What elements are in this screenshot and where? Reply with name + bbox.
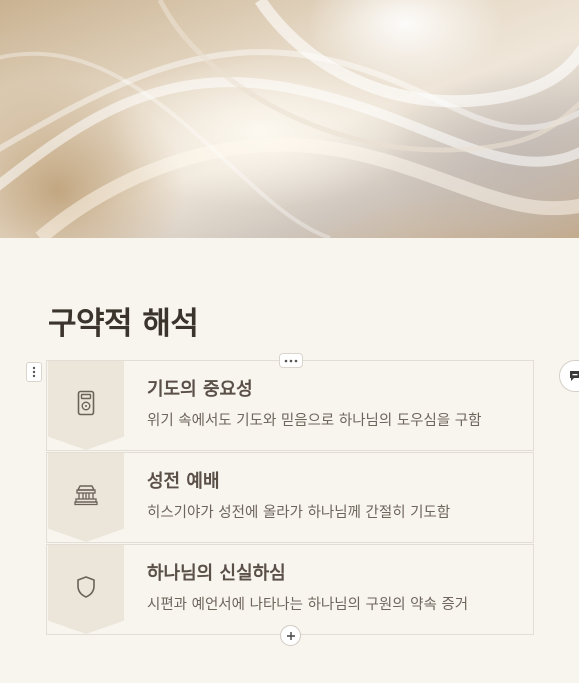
item-description: 위기 속에서도 기도와 믿음으로 하나님의 도우심을 구함: [147, 413, 482, 429]
icon-badge: [48, 453, 124, 542]
device-icon: [77, 390, 95, 415]
cover-image: [0, 0, 579, 238]
item-title: 기도의 중요성: [147, 379, 253, 400]
comment-icon: [570, 371, 579, 381]
item-title: 하나님의 신실하심: [147, 563, 286, 584]
more-options-button[interactable]: [279, 353, 303, 368]
item-description: 히스기야가 성전에 올라가 하나님께 간절히 기도함: [147, 505, 451, 521]
drag-handle[interactable]: [26, 362, 42, 382]
comment-button[interactable]: [559, 360, 579, 392]
item-description: 시편과 예언서에 나타나는 하나님의 구원의 약속 증거: [147, 597, 469, 613]
shield-icon: [77, 575, 95, 598]
add-item-button[interactable]: [280, 625, 301, 646]
icon-badge: [48, 545, 124, 634]
plus-icon: [286, 631, 295, 640]
card-list: 기도의 중요성 위기 속에서도 기도와 믿음으로 하나님의 도우심을 구함 성전…: [46, 360, 534, 636]
vertical-dots-icon: [32, 366, 36, 378]
list-item[interactable]: 기도의 중요성 위기 속에서도 기도와 믿음으로 하나님의 도우심을 구함: [46, 360, 534, 451]
page-title: 구약적 해석: [48, 306, 199, 342]
item-title: 성전 예배: [147, 471, 220, 492]
list-item[interactable]: 성전 예배 히스기야가 성전에 올라가 하나님께 간절히 기도함: [46, 452, 534, 543]
more-dots-icon: [284, 359, 298, 362]
temple-icon: [74, 484, 98, 505]
list-item[interactable]: 하나님의 신실하심 시편과 예언서에 나타나는 하나님의 구원의 약속 증거: [46, 544, 534, 635]
icon-badge: [48, 361, 124, 450]
